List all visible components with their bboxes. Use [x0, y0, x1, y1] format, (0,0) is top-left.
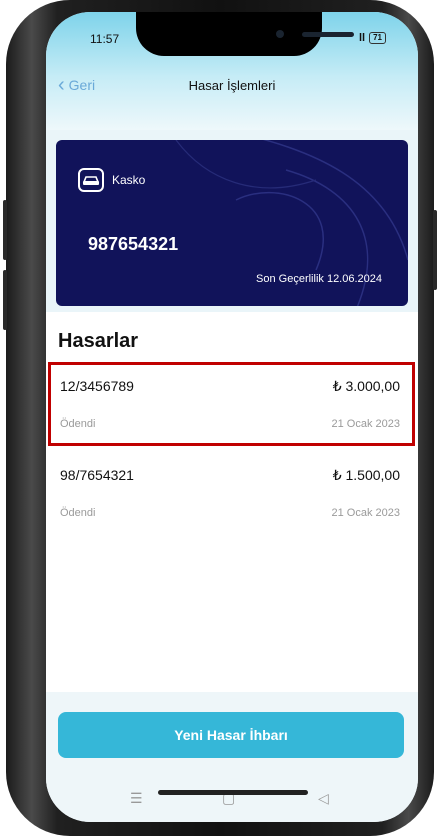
volume-up-button — [3, 200, 7, 260]
highlight-box — [48, 362, 415, 446]
status-time: 11:57 — [90, 32, 120, 46]
speaker-icon — [302, 32, 354, 37]
card-type: Kasko — [112, 173, 146, 187]
home-indicator[interactable] — [158, 790, 308, 795]
page-title: Hasar İşlemleri — [188, 78, 276, 93]
power-button — [433, 210, 437, 290]
camera-icon — [276, 30, 284, 38]
navigation-bar: ‹ Geri Hasar İşlemleri — [46, 75, 418, 106]
car-icon — [78, 168, 104, 192]
policy-card[interactable]: Kasko 987654321 Son Geçerlilik 12.06.202… — [56, 140, 408, 306]
section-title: Hasarlar — [58, 330, 139, 352]
back-icon[interactable]: ◁ — [318, 790, 329, 807]
claim-date: 21 Ocak 2023 — [331, 507, 401, 519]
status-icons: ll 71 — [359, 32, 386, 44]
menu-icon[interactable]: ☰ — [130, 790, 143, 807]
notch — [136, 12, 354, 56]
card-expiry: Son Geçerlilik 12.06.2024 — [256, 273, 382, 285]
claims-section: Hasarlar 12/3456789 ₺ 3.000,00 Ödendi 21… — [46, 312, 418, 692]
policy-number: 987654321 — [88, 234, 179, 254]
claim-number: 98/7654321 — [60, 467, 134, 483]
signal-icon: ll — [358, 32, 366, 44]
app-screen: 11:57 ll 71 ‹ Geri Hasar İşlemleri Kasko… — [46, 12, 418, 822]
claim-status: Ödendi — [60, 507, 96, 519]
battery-icon: 71 — [369, 32, 386, 44]
new-claim-button[interactable]: Yeni Hasar İhbarı — [58, 712, 404, 758]
claim-row[interactable]: 98/7654321 ₺ 1.500,00 Ödendi 21 Ocak 202… — [46, 457, 418, 531]
volume-down-button — [3, 270, 7, 330]
claim-amount: ₺ 1.500,00 — [332, 467, 400, 483]
